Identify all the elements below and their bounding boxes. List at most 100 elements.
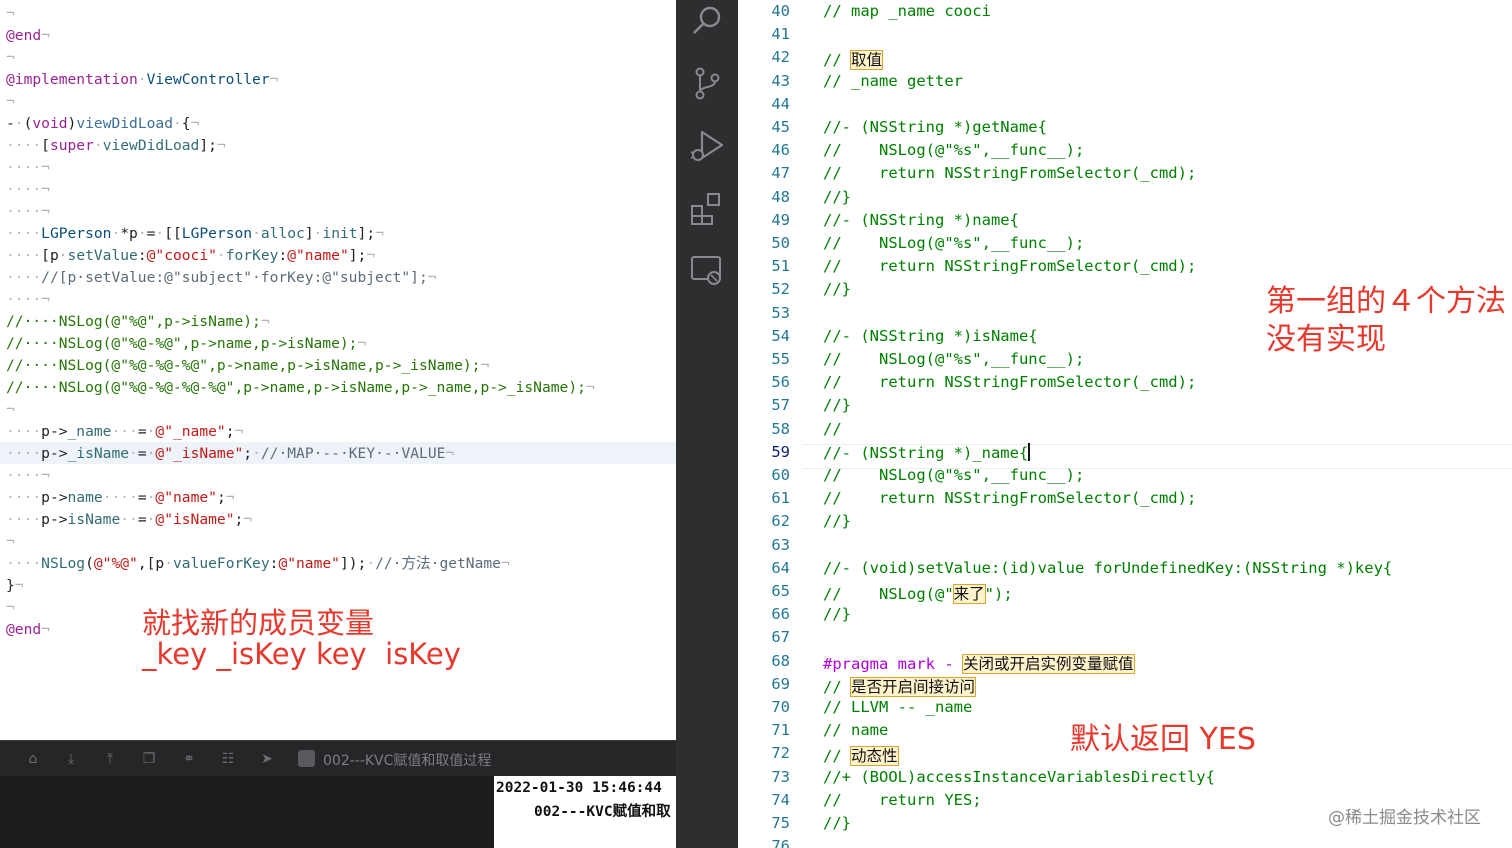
code-line[interactable]: // NSLog(@"来了"); [823, 582, 1013, 604]
code-line[interactable]: //- (NSString *)isName{ [823, 327, 1038, 345]
code-line[interactable]: // return NSStringFromSelector(_cmd); [823, 373, 1196, 391]
code-line[interactable]: ¬ [6, 47, 15, 69]
code-line[interactable]: // LLVM -- _name [823, 698, 972, 716]
memory-graph-icon[interactable]: ☷ [219, 751, 237, 767]
remote-explorer-icon[interactable] [688, 252, 726, 290]
annotation-right-bottom: 默认返回 YES [1070, 722, 1256, 757]
code-line[interactable]: ····¬ [6, 201, 50, 223]
code-token: // return NSStringFromSelector(_cmd); [823, 373, 1197, 392]
code-line[interactable]: // return NSStringFromSelector(_cmd); [823, 164, 1196, 182]
code-token: ¬ [6, 49, 15, 66]
run-debug-icon[interactable] [688, 128, 726, 166]
code-line[interactable]: //} [823, 396, 851, 414]
code-line[interactable]: // name [823, 721, 888, 739]
code-line[interactable]: ····¬ [6, 157, 50, 179]
xcode-editor[interactable]: ¬ @end¬ ¬ @implementation·ViewController¬ ¬ -… [0, 0, 676, 740]
code-line[interactable]: #pragma mark - 关闭或开启实例变量赋值 [823, 652, 1135, 674]
code-line[interactable]: ····NSLog(@"%@",[p·valueForKey:@"name"])… [6, 553, 510, 575]
code-line[interactable]: //} [823, 605, 851, 623]
code-line[interactable]: // 是否开启间接访问 [823, 675, 977, 697]
hide-debug-area-icon[interactable]: ⌂ [24, 751, 42, 767]
code-line[interactable]: // NSLog(@"%s",__func__); [823, 350, 1084, 368]
code-line[interactable]: ····¬ [6, 465, 50, 487]
code-line[interactable]: // map _name cooci [823, 2, 991, 20]
code-line[interactable]: //- (NSString *)_name{ [823, 442, 1031, 462]
search-icon[interactable] [688, 2, 726, 40]
code-line[interactable]: // [823, 420, 842, 438]
code-line[interactable]: // return NSStringFromSelector(_cmd); [823, 489, 1196, 507]
code-line[interactable]: // NSLog(@"%s",__func__); [823, 466, 1084, 484]
code-line[interactable]: //} [823, 814, 851, 832]
code-line[interactable]: ····¬ [6, 289, 50, 311]
code-token: #pragma mark - [823, 654, 963, 673]
code-token: ]; [357, 225, 376, 242]
step-into-icon[interactable]: ⤒ [101, 751, 119, 767]
line-number: 59 [771, 442, 790, 461]
simulate-location-icon[interactable]: ➤ [258, 751, 276, 767]
code-line[interactable]: //} [823, 280, 851, 298]
code-token: // NSLog(@"%s",__func__); [823, 234, 1085, 252]
code-line[interactable]: //····NSLog(@"%@-%@",p->name,p->isName);… [6, 333, 366, 355]
code-token: // LLVM -- _name [823, 698, 973, 716]
code-token: @implementation [6, 71, 138, 88]
code-token: alloc [260, 225, 305, 242]
code-line[interactable]: ····[super·viewDidLoad];¬ [6, 135, 226, 157]
code-line[interactable]: ····//[p·setValue:@"subject"·forKey:@"su… [6, 267, 437, 289]
code-line[interactable]: // return YES; [823, 791, 982, 809]
code-line[interactable]: // NSLog(@"%s",__func__); [823, 234, 1084, 252]
code-line[interactable]: //} [823, 188, 851, 206]
code-line[interactable]: ····LGPerson·*p·=·[[LGPerson·alloc]·init… [6, 223, 384, 245]
console-output[interactable]: 2022-01-30 15:46:44 002---KVC赋值和取 [494, 776, 676, 848]
code-line[interactable]: ····[p·setValue:@"cooci"·forKey:@"name"]… [6, 245, 375, 267]
code-token: ···· [6, 247, 42, 264]
code-line[interactable]: ¬ [6, 91, 15, 113]
code-line[interactable]: ····p->name····=·@"name";¬ [6, 487, 235, 509]
code-line[interactable]: // 动态性 [823, 744, 899, 767]
code-line[interactable]: //····NSLog(@"%@-%@-%@",p->name,p->isNam… [6, 355, 489, 377]
step-out-icon[interactable]: ❐ [140, 751, 158, 767]
code-token: //- (NSString *)getName{ [823, 118, 1047, 136]
code-line[interactable]: // return NSStringFromSelector(_cmd); [823, 257, 1196, 275]
code-token: [ [41, 137, 50, 154]
code-line[interactable]: ····p->_name···=·@"_name";¬ [6, 421, 243, 443]
code-line[interactable]: @end¬ [6, 619, 50, 641]
code-token: { [181, 115, 191, 132]
code-token: ; [225, 423, 235, 440]
code-line[interactable]: //+ (BOOL)accessInstanceVariablesDirectl… [823, 768, 1215, 786]
debug-view-hierarchy-icon[interactable]: ⚭ [180, 751, 198, 767]
code-token: } [6, 577, 15, 594]
code-line[interactable]: }¬ [6, 575, 24, 597]
source-control-icon[interactable] [688, 64, 726, 102]
line-number: 71 [771, 721, 790, 740]
code-line[interactable]: //- (void)setValue:(id)value forUndefine… [823, 559, 1392, 577]
step-over-icon[interactable]: ⤓ [62, 751, 80, 767]
code-line[interactable]: //····NSLog(@"%@",p->isName);¬ [6, 311, 270, 333]
code-line[interactable]: ····p->_isName·=·@"_isName";·//·MAP·--·K… [6, 443, 454, 465]
code-line[interactable]: // 取值 [823, 48, 884, 71]
extensions-icon[interactable] [688, 190, 726, 228]
code-line[interactable]: @end¬ [6, 25, 50, 47]
code-line[interactable]: ¬ [6, 531, 15, 553]
code-token: //[p·setValue:@"subject"·forKey:@"subjec… [41, 269, 428, 286]
code-line[interactable]: //- (NSString *)getName{ [823, 118, 1047, 136]
code-line[interactable]: ¬ [6, 3, 15, 25]
code-line[interactable]: ¬ [6, 399, 15, 421]
code-line[interactable]: // NSLog(@"%s",__func__); [823, 141, 1084, 159]
code-line[interactable]: ¬ [6, 597, 15, 619]
code-line[interactable]: -·(void)viewDidLoad·{¬ [6, 113, 199, 135]
code-token: · [58, 247, 68, 264]
line-number: 48 [771, 187, 790, 206]
line-number: 70 [771, 698, 790, 716]
vscode-editor[interactable]: 40 // map _name cooci 41 42 // 取值 43 // _name … [738, 0, 1512, 848]
code-line[interactable]: //} [823, 512, 851, 530]
code-line[interactable]: ····p->isName··=·@"isName";¬ [6, 509, 252, 531]
code-line[interactable]: @implementation·ViewController¬ [6, 69, 278, 91]
code-token: name [67, 489, 103, 506]
highlighted-comment-text: 来了 [952, 584, 986, 604]
code-line[interactable]: ····¬ [6, 179, 50, 201]
code-line[interactable]: // _name getter [823, 72, 963, 90]
code-token: //} [823, 814, 851, 832]
code-line[interactable]: //- (NSString *)name{ [823, 211, 1019, 229]
code-token: ¬ [480, 357, 490, 374]
code-line[interactable]: //····NSLog(@"%@-%@-%@-%@",p->name,p->is… [6, 377, 595, 399]
